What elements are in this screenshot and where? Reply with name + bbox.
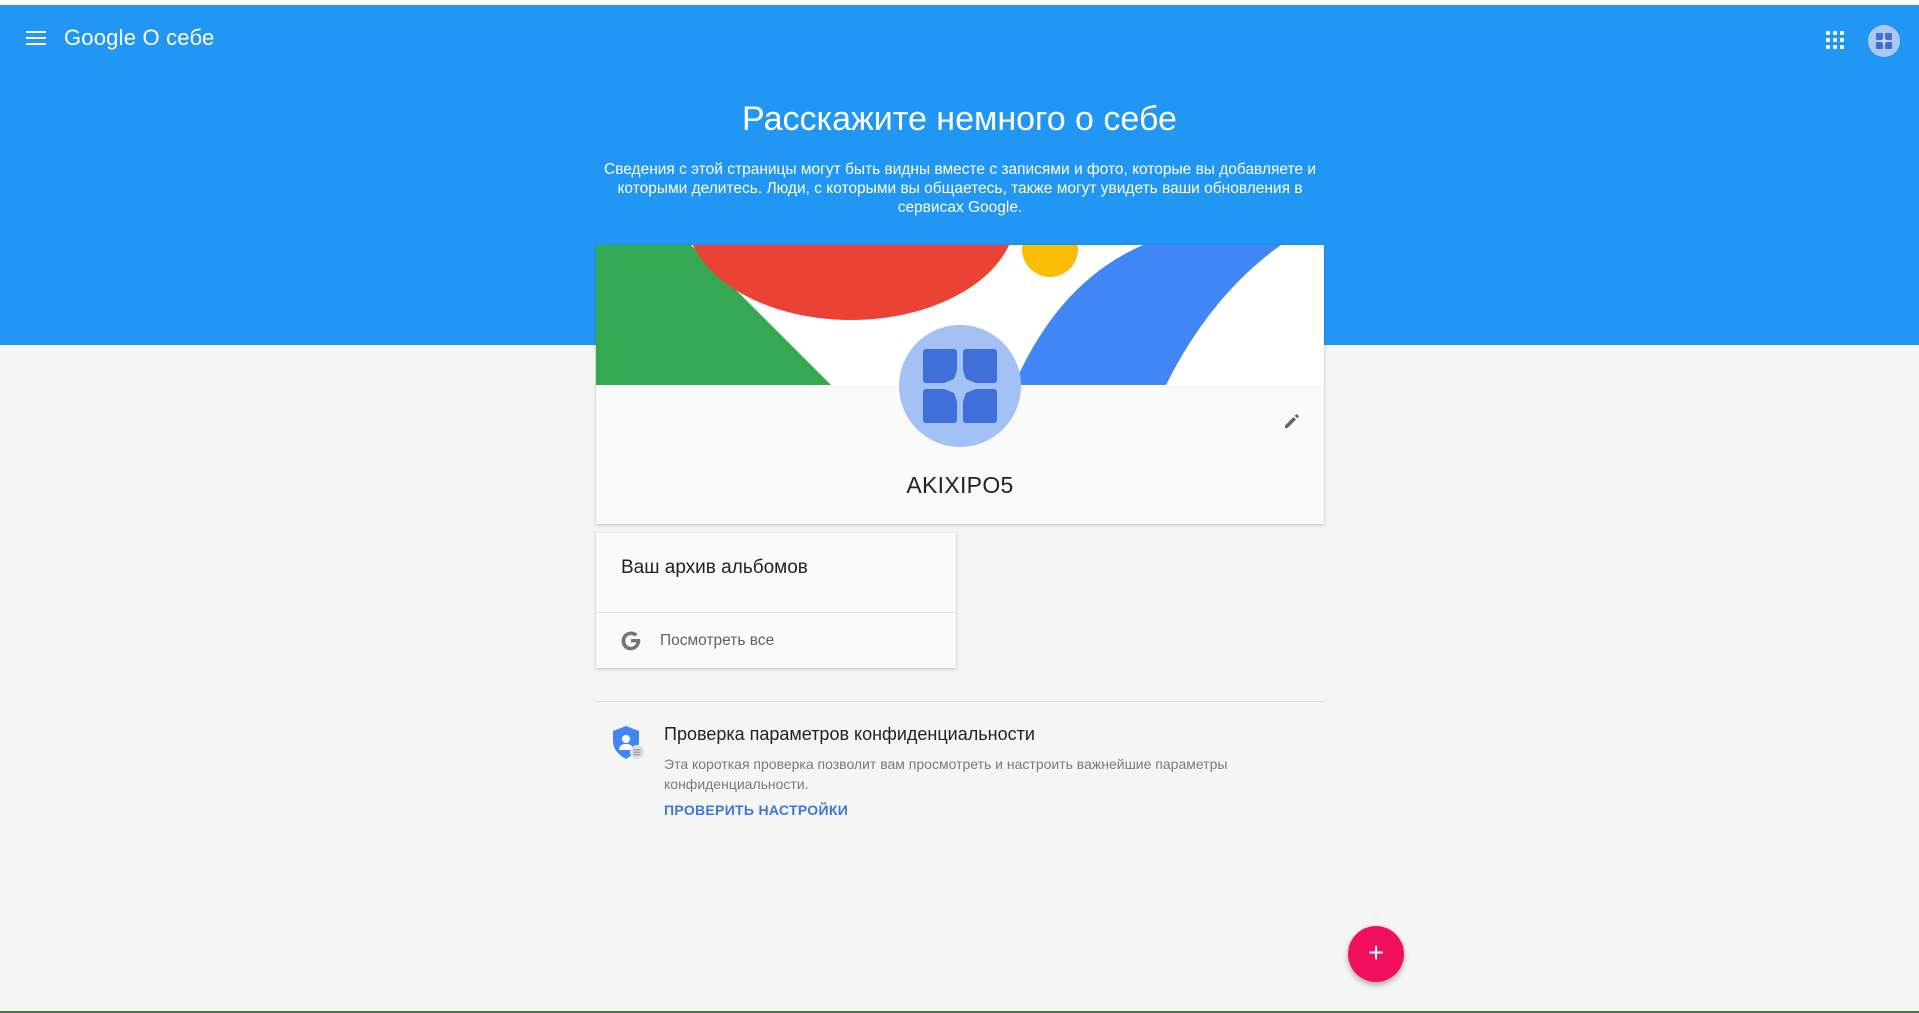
google-g-icon [621, 631, 641, 651]
hero-title: Расскажите немного о себе [742, 100, 1177, 138]
profile-name: AKIXIPO5 [906, 472, 1014, 498]
add-fab-button[interactable]: + [1348, 926, 1404, 982]
album-archive-card: Ваш архив альбомов Посмотреть все [596, 533, 956, 668]
app-brand[interactable]: Google О себе [64, 24, 214, 52]
hero-subtitle: Сведения с этой страницы могут быть видн… [604, 161, 1316, 216]
view-all-label: Посмотреть все [660, 632, 775, 649]
profile-avatar[interactable] [899, 325, 1021, 447]
about-me-page: Google О себе Расскажите немного о себе … [0, 0, 1919, 1013]
plus-icon: + [1367, 937, 1385, 968]
section-divider [596, 701, 1324, 702]
app-bar: Google О себе [0, 5, 1919, 69]
brand-product: О себе [142, 25, 215, 50]
privacy-checkup-description: Эта короткая проверка позволит вам просм… [664, 756, 1228, 792]
privacy-checkup-title: Проверка параметров конфиденциальности [664, 724, 1035, 744]
shield-person-icon [610, 724, 648, 762]
menu-icon[interactable] [20, 22, 52, 54]
apps-grid-icon[interactable] [1823, 28, 1847, 52]
pencil-icon [1285, 414, 1299, 428]
album-archive-title: Ваш архив альбомов [621, 557, 808, 578]
privacy-checkup-button[interactable]: ПРОВЕРИТЬ НАСТРОЙКИ [664, 802, 848, 818]
profile-card: AKIXIPO5 [596, 245, 1324, 524]
view-all-albums-link[interactable]: Посмотреть все [596, 613, 956, 668]
brand-google: Google [64, 25, 137, 50]
account-avatar-icon[interactable] [1868, 25, 1900, 57]
edit-profile-button[interactable] [1276, 405, 1308, 437]
